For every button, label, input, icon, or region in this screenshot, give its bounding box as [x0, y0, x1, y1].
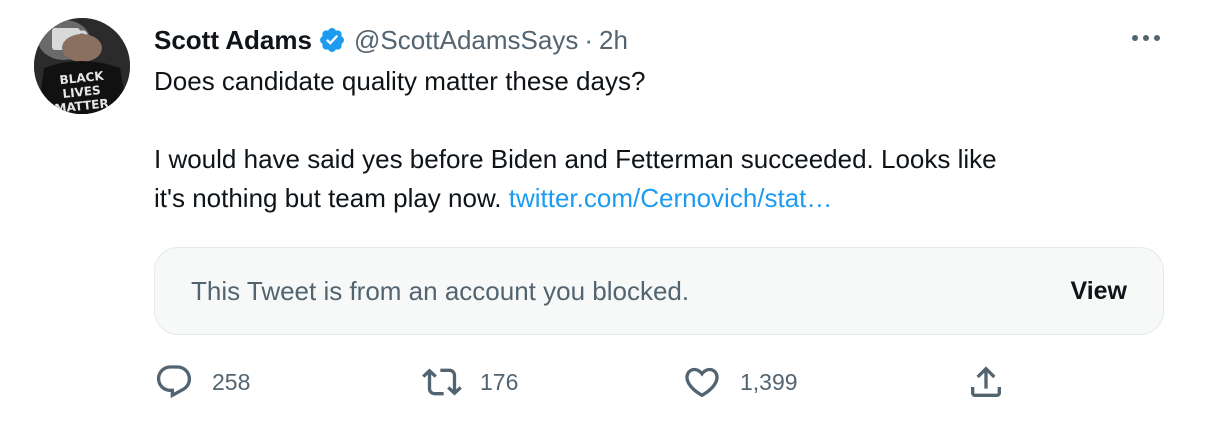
reply-count: 258 — [212, 368, 251, 395]
view-button[interactable]: View — [1070, 277, 1127, 306]
tweet-text-segment: it's nothing but team play now. — [154, 183, 502, 213]
heart-icon — [682, 362, 722, 402]
avatar[interactable]: BLACK LIVES MATTER — [34, 18, 130, 114]
blocked-message: This Tweet is from an account you blocke… — [191, 275, 690, 306]
separator-dot: · — [584, 24, 594, 55]
share-button[interactable] — [966, 362, 1006, 402]
author-handle[interactable]: @ScottAdamsSays — [354, 25, 578, 56]
tweet-text-line: Does candidate quality matter these days… — [154, 66, 646, 96]
tweet-actions: 258 176 1,399 — [154, 362, 1054, 402]
verified-badge-icon — [318, 26, 346, 54]
tweet-timestamp[interactable]: 2h — [599, 25, 628, 56]
author-name[interactable]: Scott Adams — [154, 25, 312, 56]
retweet-icon — [422, 362, 462, 402]
like-count: 1,399 — [740, 368, 798, 395]
tweet-header: Scott Adams @ScottAdamsSays · 2h — [154, 20, 628, 60]
tweet-text-line: it's nothing but team play now. twitter.… — [154, 179, 1154, 218]
reply-icon — [154, 362, 194, 402]
tweet-card[interactable]: BLACK LIVES MATTER Scott Adams @ScottAda… — [0, 0, 1220, 422]
tweet-text: Does candidate quality matter these days… — [154, 62, 1154, 218]
retweet-button[interactable]: 176 — [422, 362, 518, 402]
tweet-text-line: I would have said yes before Biden and F… — [154, 144, 997, 174]
reply-button[interactable]: 258 — [154, 362, 250, 402]
share-icon — [966, 362, 1006, 402]
blocked-quote-card: This Tweet is from an account you blocke… — [154, 247, 1164, 335]
more-horizontal-icon[interactable] — [1128, 26, 1164, 50]
retweet-count: 176 — [480, 368, 519, 395]
tweet-link[interactable]: twitter.com/Cernovich/stat… — [509, 183, 833, 213]
like-button[interactable]: 1,399 — [682, 362, 798, 402]
